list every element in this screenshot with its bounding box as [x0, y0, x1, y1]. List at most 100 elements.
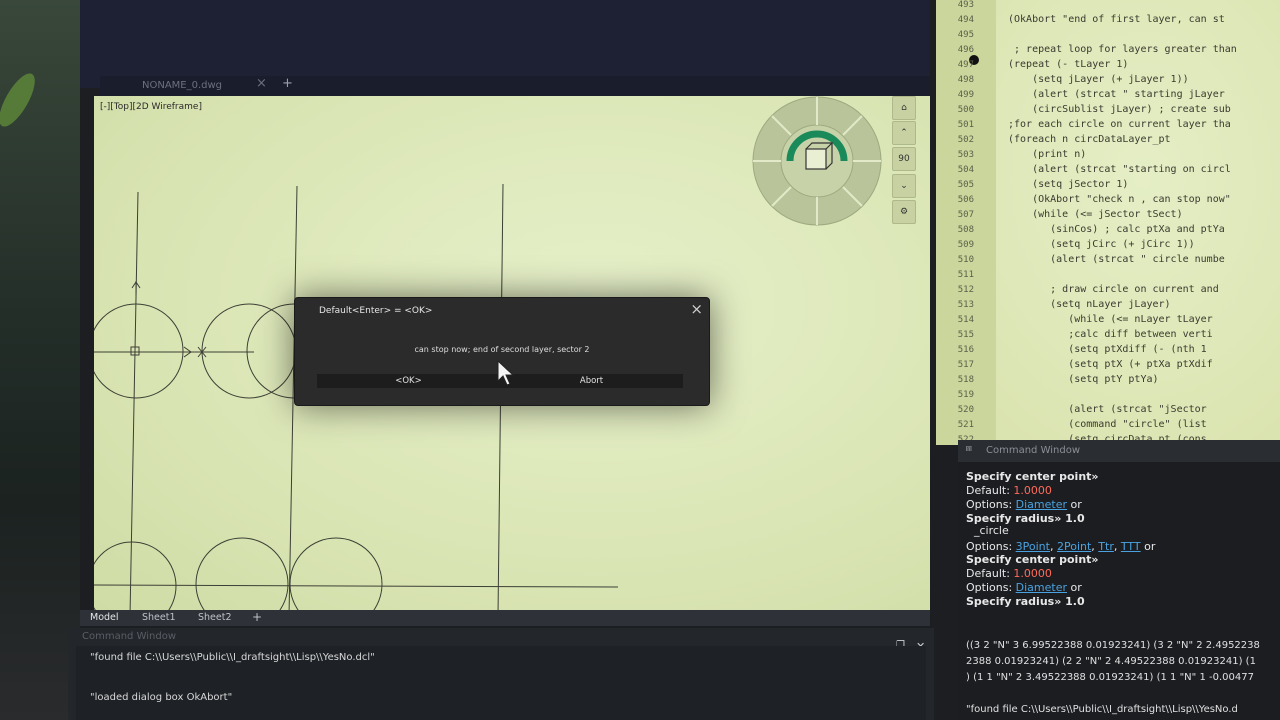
code-line[interactable]: 503 (print n)	[936, 149, 1280, 164]
circle-command: _circle	[974, 524, 1009, 537]
dialog-title: Default<Enter> = <OK>	[319, 306, 433, 316]
code-line[interactable]: 497 (repeat (- tLayer 1)	[936, 59, 1280, 74]
okabort-dialog: Default<Enter> = <OK> × can stop now; en…	[294, 297, 710, 406]
code-text: (setq jCirc (+ jCirc 1))	[1008, 239, 1195, 250]
code-line[interactable]: 498 (setq jLayer (+ jLayer 1))	[936, 74, 1280, 89]
code-text: (setq ptY ptYa)	[1008, 374, 1159, 385]
code-line[interactable]: 511	[936, 269, 1280, 284]
code-text: (OkAbort "end of first layer, can st	[1008, 14, 1225, 25]
new-tab-button[interactable]: +	[282, 76, 293, 91]
app-icon: ⩎	[966, 443, 972, 454]
code-text: (circSublist jLayer) ; create sub	[1008, 104, 1231, 115]
code-text: (setq ptX (+ ptXa ptXdif	[1008, 359, 1213, 370]
code-line[interactable]: 519	[936, 389, 1280, 404]
view-cube[interactable]	[750, 96, 884, 226]
code-line[interactable]: 499 (alert (strcat " starting jLayer	[936, 89, 1280, 104]
output-line: ((3 2 "N" 3 6.99522388 0.01923241) (3 2 …	[966, 640, 1260, 651]
code-line[interactable]: 510 (alert (strcat " circle numbe	[936, 254, 1280, 269]
line-number: 516	[957, 345, 974, 355]
code-text: (alert (strcat "jSector	[1008, 404, 1207, 415]
code-line[interactable]: 501 ;for each circle on current layer tha	[936, 119, 1280, 134]
tab-sheet1[interactable]: Sheet1	[142, 612, 176, 623]
output-line: ) (1 1 "N" 2 3.49522388 0.01923241) (1 1…	[966, 672, 1254, 683]
code-line[interactable]: 504 (alert (strcat "starting on circl	[936, 164, 1280, 179]
code-line[interactable]: 496 ; repeat loop for layers greater tha…	[936, 44, 1280, 59]
lisp-editor[interactable]: 493 494 (OkAbort "end of first layer, can …	[936, 0, 1280, 445]
command-window-right: ⩎ Command Window Specify center point» D…	[958, 440, 1280, 720]
vertical-line	[129, 191, 139, 616]
default-line: Default: 1.0000	[966, 567, 1052, 580]
diameter-option[interactable]: Diameter	[1016, 498, 1067, 511]
3point-option[interactable]: 3Point	[1016, 540, 1050, 553]
2point-option[interactable]: 2Point	[1057, 540, 1091, 553]
output-line: "found file C:\\Users\\Public\\I_draftsi…	[966, 704, 1238, 715]
code-text: (foreach n circDataLayer_pt	[1008, 134, 1171, 145]
circle	[289, 537, 383, 616]
ttr-option[interactable]: Ttr	[1098, 540, 1114, 553]
code-line[interactable]: 506 (OkAbort "check n , can stop now"	[936, 194, 1280, 209]
code-text: (setq jSector 1)	[1008, 179, 1129, 190]
code-line[interactable]: 515 ;calc diff between verti	[936, 329, 1280, 344]
rotate-down-icon[interactable]: ⌄	[892, 174, 916, 198]
diameter-option[interactable]: Diameter	[1016, 581, 1067, 594]
code-text: (repeat (- tLayer 1)	[1008, 59, 1129, 70]
rotate-up-icon[interactable]: ⌃	[892, 121, 916, 145]
code-line[interactable]: 507 (while (<= jSector tSect)	[936, 209, 1280, 224]
options-line: Options: 3Point, 2Point, Ttr, TTT or	[966, 540, 1156, 553]
tab-model[interactable]: Model	[90, 612, 119, 623]
center-point-prompt: Specify center point»	[966, 553, 1099, 566]
ttt-option[interactable]: TTT	[1121, 540, 1141, 553]
add-sheet-button[interactable]: +	[252, 610, 262, 624]
line-number: 507	[957, 210, 974, 220]
circle	[201, 303, 297, 399]
code-line[interactable]: 521 (command "circle" (list	[936, 419, 1280, 434]
line-number: 504	[957, 165, 974, 175]
mouse-cursor-icon	[497, 360, 515, 386]
tab-sheet2[interactable]: Sheet2	[198, 612, 232, 623]
code-line[interactable]: 493	[936, 0, 1280, 14]
code-text: ;for each circle on current layer tha	[1008, 119, 1231, 130]
code-line[interactable]: 513 (setq nLayer jLayer)	[936, 299, 1280, 314]
code-line[interactable]: 502 (foreach n circDataLayer_pt	[936, 134, 1280, 149]
home-view-icon[interactable]: ⌂	[892, 96, 916, 120]
code-line[interactable]: 516 (setq ptXdiff (- (nth 1	[936, 344, 1280, 359]
line-number: 496	[957, 45, 974, 55]
ok-button[interactable]: <OK>	[317, 374, 500, 388]
line-number: 513	[957, 300, 974, 310]
line-number: 512	[957, 285, 974, 295]
code-line[interactable]: 517 (setq ptX (+ ptXa ptXdif	[936, 359, 1280, 374]
code-line[interactable]: 520 (alert (strcat "jSector	[936, 404, 1280, 419]
code-line[interactable]: 509 (setq jCirc (+ jCirc 1))	[936, 239, 1280, 254]
desktop-wallpaper	[0, 0, 80, 720]
close-icon[interactable]: ×	[690, 300, 703, 318]
line-number: 499	[957, 90, 974, 100]
code-text: ; repeat loop for layers greater than	[1008, 44, 1237, 55]
code-text: (OkAbort "check n , can stop now"	[1008, 194, 1231, 205]
radius-prompt: Specify radius» 1.0	[966, 595, 1085, 608]
center-point-prompt: Specify center point»	[966, 470, 1099, 483]
command-history: "found file C:\\Users\\Public\\I_draftsi…	[76, 646, 926, 720]
zoom-level[interactable]: 90	[892, 147, 916, 171]
document-tab[interactable]: NONAME_0.dwg	[142, 80, 222, 91]
code-text: (alert (strcat " circle numbe	[1008, 254, 1225, 265]
abort-button[interactable]: Abort	[500, 374, 683, 388]
code-line[interactable]: 508 (sinCos) ; calc ptXa and ptYa	[936, 224, 1280, 239]
code-text: (setq nLayer jLayer)	[1008, 299, 1171, 310]
code-line[interactable]: 495	[936, 29, 1280, 44]
gear-icon[interactable]: ⚙	[892, 200, 916, 224]
line-number: 510	[957, 255, 974, 265]
code-line[interactable]: 505 (setq jSector 1)	[936, 179, 1280, 194]
code-line[interactable]: 494 (OkAbort "end of first layer, can st	[936, 14, 1280, 29]
code-line[interactable]: 514 (while (<= nLayer tLayer	[936, 314, 1280, 329]
code-text: (command "circle" (list	[1008, 419, 1207, 430]
code-line[interactable]: 500 (circSublist jLayer) ; create sub	[936, 104, 1280, 119]
line-number: 498	[957, 75, 974, 85]
command-window-header: ⩎ Command Window	[958, 440, 1280, 462]
code-text: (setq jLayer (+ jLayer 1))	[1008, 74, 1189, 85]
line-number: 520	[957, 405, 974, 415]
close-tab-icon[interactable]: ×	[256, 76, 267, 91]
code-line[interactable]: 518 (setq ptY ptYa)	[936, 374, 1280, 389]
code-line[interactable]: 512 ; draw circle on current and	[936, 284, 1280, 299]
command-window-title: Command Window	[82, 631, 177, 642]
